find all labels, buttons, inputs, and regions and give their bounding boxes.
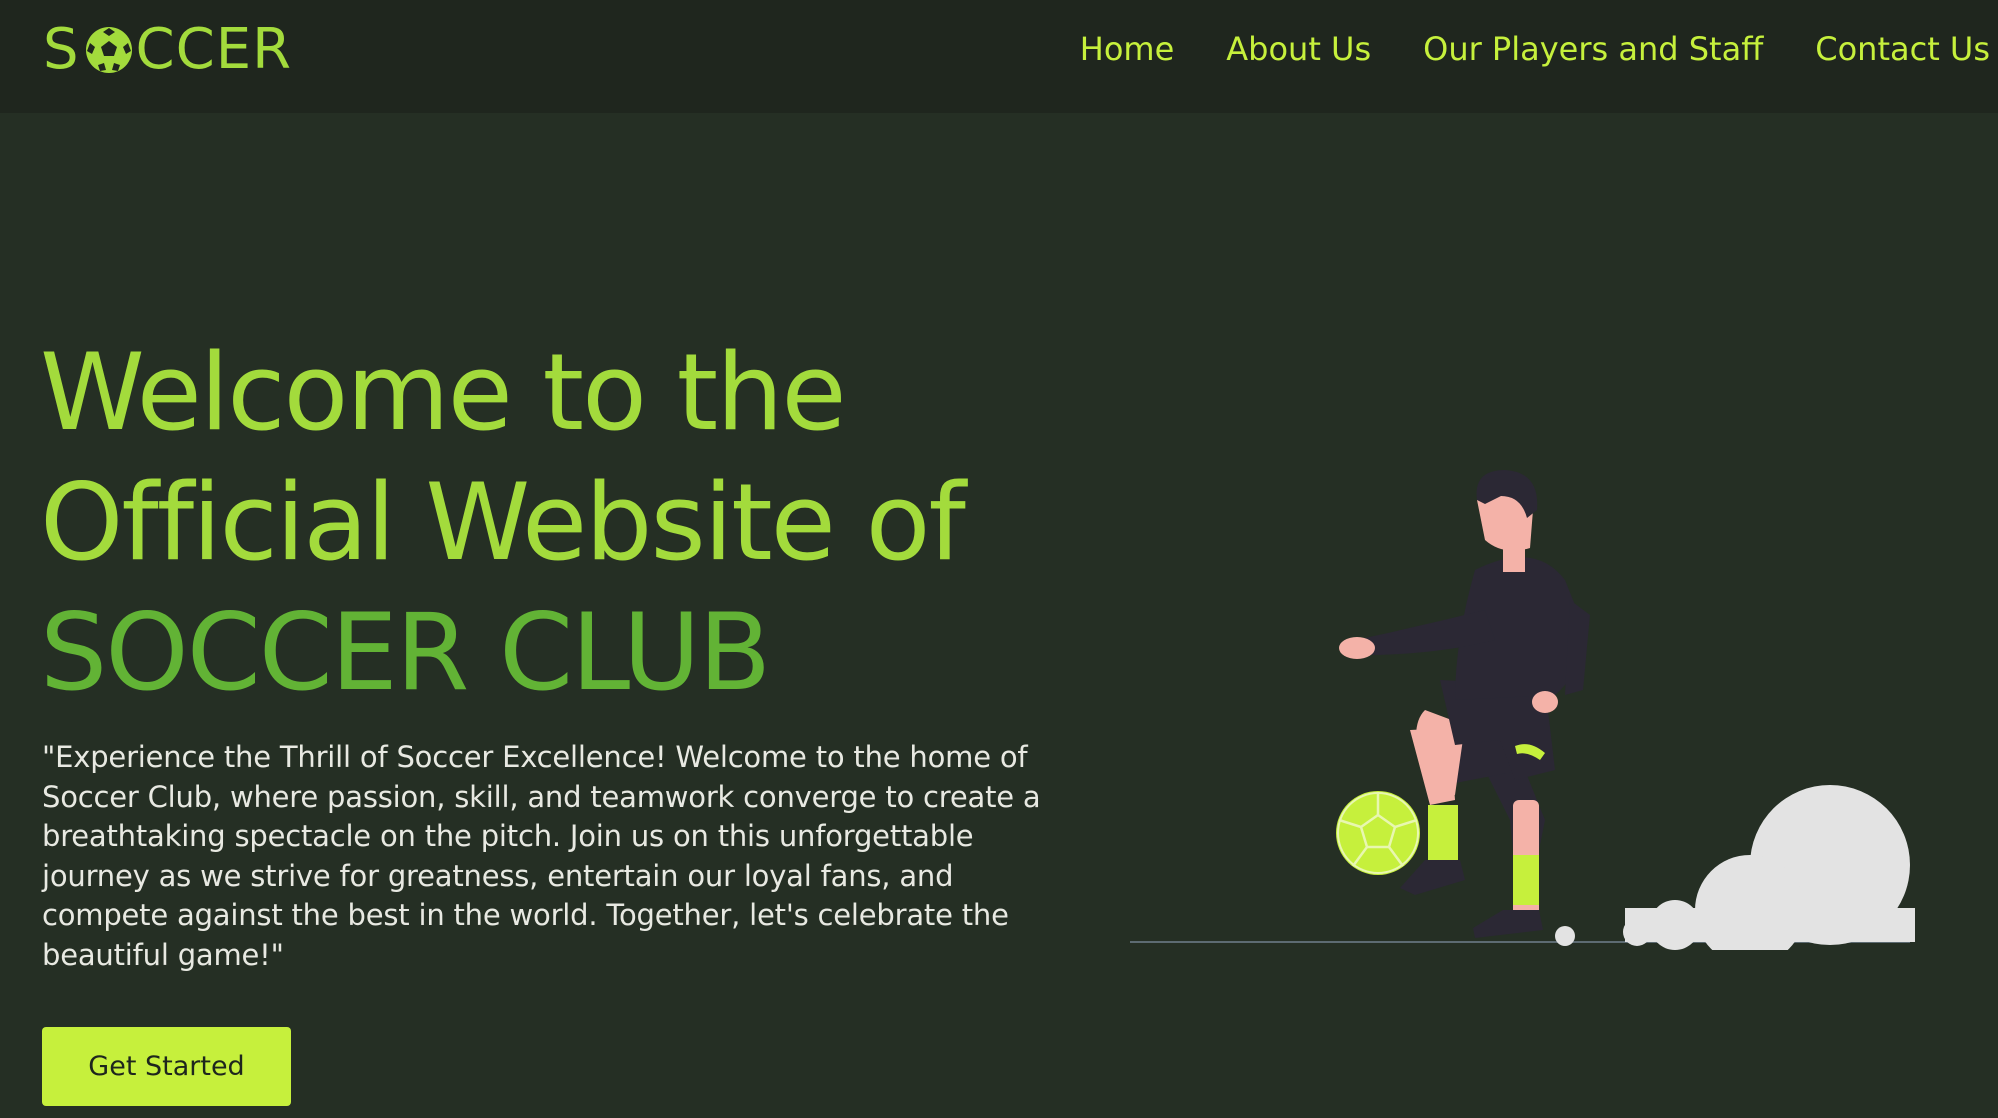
nav-home[interactable]: Home — [1080, 28, 1175, 70]
hero-title-line-1: Welcome to the — [40, 331, 847, 454]
logo[interactable]: S CCER — [43, 20, 292, 80]
hero-title: Welcome to the Official Website of SOCCE… — [40, 328, 1040, 718]
navbar: S CCER Home About Us Our Players and Sta… — [0, 0, 1998, 113]
soccer-player-illustration — [1130, 470, 1915, 950]
cloud-illustration — [1555, 785, 1915, 950]
hero-title-club-name: SOCCER CLUB — [40, 591, 771, 714]
nav-about-us[interactable]: About Us — [1226, 28, 1371, 70]
logo-letters-ccer: CCER — [135, 17, 293, 82]
nav-contact-us[interactable]: Contact Us — [1815, 28, 1990, 70]
get-started-button[interactable]: Get Started — [42, 1027, 291, 1106]
hero-title-line-2: Official Website of — [40, 461, 966, 584]
nav-players-staff[interactable]: Our Players and Staff — [1423, 28, 1763, 70]
logo-letter-s: S — [43, 17, 80, 82]
soccer-ball-illustration — [1336, 791, 1420, 875]
main-nav: Home About Us Our Players and Staff Cont… — [1080, 28, 1990, 70]
soccer-ball-icon — [85, 27, 132, 73]
hero-description: "Experience the Thrill of Soccer Excelle… — [42, 740, 1041, 972]
